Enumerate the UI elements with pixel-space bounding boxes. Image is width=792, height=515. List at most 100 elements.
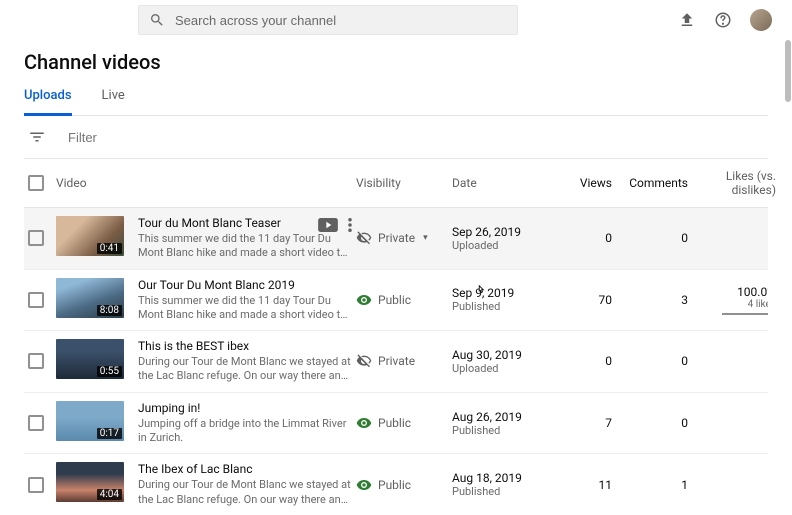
likes-cell: –	[694, 354, 768, 368]
select-all-checkbox[interactable]	[28, 175, 44, 191]
upload-icon[interactable]	[678, 11, 696, 29]
main: Channel videos Uploads Live Video Visibi…	[0, 40, 792, 515]
views-value: 0	[558, 354, 618, 368]
topbar-actions	[678, 9, 772, 31]
row-checkbox[interactable]	[28, 477, 44, 493]
date-value: Sep 9, 2019	[452, 286, 558, 300]
duration-badge: 4:04	[97, 489, 122, 500]
likes-cell: –	[694, 478, 768, 492]
likes-cell: 100.0% 4 likes	[694, 285, 768, 315]
youtube-icon[interactable]	[318, 218, 338, 232]
public-icon	[356, 415, 372, 431]
likes-value: –	[694, 416, 768, 430]
duration-badge: 0:41	[97, 243, 122, 254]
date-cell: Sep 26, 2019 Uploaded	[452, 225, 558, 252]
tab-uploads[interactable]: Uploads	[24, 88, 72, 116]
views-value: 11	[558, 478, 618, 492]
table-header: Video Visibility Date Views Comments Lik…	[24, 158, 768, 208]
page-title: Channel videos	[24, 50, 768, 74]
search-icon	[149, 12, 165, 28]
row-hover-actions	[318, 218, 352, 232]
duration-badge: 0:55	[97, 366, 122, 377]
video-description: During our Tour de Mont Blanc we stayed …	[138, 355, 352, 384]
more-icon[interactable]	[348, 218, 352, 232]
video-title[interactable]: Our Tour Du Mont Blanc 2019	[138, 278, 352, 292]
likes-value: –	[694, 231, 768, 245]
video-title[interactable]: Jumping in!	[138, 401, 352, 415]
visibility-label: Public	[378, 478, 411, 492]
row-checkbox[interactable]	[28, 292, 44, 308]
date-cell: Aug 30, 2019 Uploaded	[452, 348, 558, 375]
likes-sublabel: 4 likes	[694, 299, 768, 310]
row-checkbox[interactable]	[28, 230, 44, 246]
help-icon[interactable]	[714, 11, 732, 29]
avatar[interactable]	[750, 9, 772, 31]
views-value: 70	[558, 293, 618, 307]
likes-value: –	[694, 478, 768, 492]
col-likes: Likes (vs. dislikes)	[694, 169, 780, 197]
private-icon	[356, 230, 372, 246]
table-row[interactable]: 0:55 This is the BEST ibex During our To…	[24, 331, 768, 393]
date-value: Aug 26, 2019	[452, 410, 558, 424]
date-cell: Sep 9, 2019 Published	[452, 286, 558, 313]
tabs: Uploads Live	[24, 88, 768, 116]
tab-live[interactable]: Live	[102, 88, 125, 115]
visibility-label: Private	[378, 354, 415, 368]
comments-value: 3	[618, 293, 694, 307]
row-checkbox[interactable]	[28, 415, 44, 431]
filter-icon[interactable]	[28, 128, 46, 146]
video-thumbnail[interactable]: 8:08	[56, 278, 124, 318]
video-thumbnail[interactable]: 0:55	[56, 339, 124, 379]
visibility-cell[interactable]: Private	[356, 230, 452, 246]
likes-value: 100.0%	[694, 285, 768, 299]
visibility-cell: Public	[356, 415, 452, 431]
private-icon	[356, 353, 372, 369]
video-rows: 0:41 Tour du Mont Blanc Teaser This summ…	[24, 208, 768, 515]
table-row[interactable]: 4:04 The Ibex of Lac Blanc During our To…	[24, 454, 768, 515]
table-row[interactable]: 0:41 Tour du Mont Blanc Teaser This summ…	[24, 208, 768, 270]
visibility-label: Public	[378, 293, 411, 307]
likes-cell: –	[694, 231, 768, 245]
public-icon	[356, 477, 372, 493]
views-value: 0	[558, 231, 618, 245]
col-video: Video	[56, 176, 356, 190]
date-sublabel: Uploaded	[452, 239, 558, 252]
visibility-cell: Private	[356, 353, 452, 369]
table-row[interactable]: 0:17 Jumping in! Jumping off a bridge in…	[24, 393, 768, 455]
search-input[interactable]	[175, 13, 507, 28]
filter-row	[24, 116, 768, 158]
col-comments: Comments	[618, 176, 694, 190]
date-sublabel: Published	[452, 424, 558, 437]
comments-value: 0	[618, 231, 694, 245]
search-box[interactable]	[138, 5, 518, 35]
date-sublabel: Published	[452, 485, 558, 498]
video-title[interactable]: The Ibex of Lac Blanc	[138, 462, 352, 476]
visibility-cell: Public	[356, 292, 452, 308]
visibility-cell: Public	[356, 477, 452, 493]
likes-bar	[722, 313, 768, 315]
row-checkbox[interactable]	[28, 353, 44, 369]
video-description: This summer we did the 11 day Tour Du Mo…	[138, 294, 352, 323]
date-value: Aug 30, 2019	[452, 348, 558, 362]
date-cell: Aug 18, 2019 Published	[452, 471, 558, 498]
comments-value: 0	[618, 354, 694, 368]
video-thumbnail[interactable]: 0:41	[56, 216, 124, 256]
table-row[interactable]: 8:08 Our Tour Du Mont Blanc 2019 This su…	[24, 270, 768, 332]
video-description: This summer we did the 11 day Tour Du Mo…	[138, 232, 352, 261]
video-thumbnail[interactable]: 4:04	[56, 462, 124, 502]
date-sublabel: Published	[452, 300, 558, 313]
video-title[interactable]: This is the BEST ibex	[138, 339, 352, 353]
duration-badge: 8:08	[97, 305, 122, 316]
filter-input[interactable]	[68, 130, 268, 145]
date-cell: Aug 26, 2019 Published	[452, 410, 558, 437]
public-icon	[356, 292, 372, 308]
col-views: Views	[558, 176, 618, 190]
visibility-label: Private	[378, 231, 415, 245]
likes-cell: –	[694, 416, 768, 430]
video-thumbnail[interactable]: 0:17	[56, 401, 124, 441]
date-sublabel: Uploaded	[452, 362, 558, 375]
views-value: 7	[558, 416, 618, 430]
duration-badge: 0:17	[97, 428, 122, 439]
col-date: Date	[452, 176, 558, 190]
scrollbar[interactable]	[785, 40, 791, 102]
